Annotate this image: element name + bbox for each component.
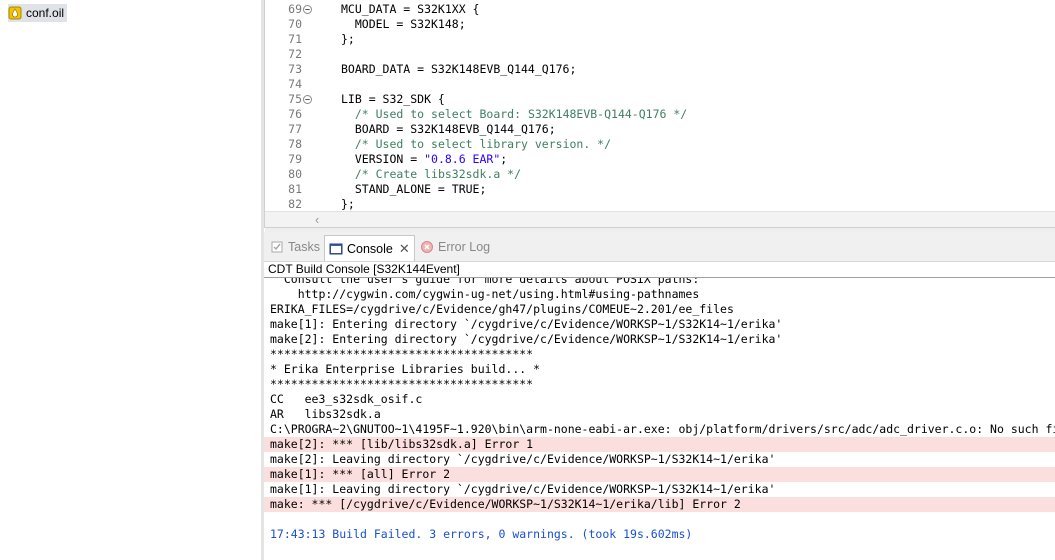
- line-number: 82: [288, 197, 302, 211]
- console-line: http://cygwin.com/cygwin-ug-net/using.ht…: [270, 287, 700, 301]
- tab-error-log[interactable]: Error Log: [420, 236, 490, 258]
- code-text: STAND_ALONE = TRUE;: [341, 182, 487, 197]
- code-comment: /* Used to select Board: S32K148EVB-Q144…: [354, 107, 688, 121]
- code-token: };: [341, 197, 355, 211]
- tab-error-log-label: Error Log: [438, 240, 491, 254]
- line-number: 76: [288, 107, 302, 121]
- code-text: MCU_DATA = S32K1XX {: [341, 2, 479, 17]
- tab-tasks[interactable]: Tasks: [270, 236, 320, 258]
- code-text: LIB = S32_SDK {: [341, 92, 445, 107]
- scroll-left-icon[interactable]: ‹: [315, 212, 319, 228]
- console-line: **************************************: [270, 347, 534, 361]
- code-string: "0.8.6 EAR": [424, 152, 501, 166]
- fold-collapse-icon[interactable]: [303, 5, 312, 14]
- bottom-panel: Tasks Console ✕ Error Log CDT Build Cons…: [264, 232, 1055, 560]
- tasks-icon: [271, 241, 283, 253]
- code-text: /* Used to select Board: S32K148EVB-Q144…: [341, 107, 687, 122]
- console-error-line: make[2]: *** [lib/libs32sdk.a] Error 1: [264, 437, 1055, 452]
- file-label: conf.oil: [26, 6, 65, 20]
- code-token: };: [341, 32, 355, 46]
- line-number: 72: [288, 47, 302, 61]
- code-comment: /* Used to select library version. */: [354, 137, 612, 151]
- console-error-line: make: *** [/cygdrive/c/Evidence/WORKSP~1…: [264, 497, 1055, 512]
- tab-console-label: Console: [347, 241, 393, 256]
- line-number: 74: [288, 77, 302, 91]
- console-line: **************************************: [270, 377, 534, 391]
- console-error-line: make[1]: *** [all] Error 2: [264, 467, 1055, 482]
- code-text: /* Used to select library version. */: [341, 137, 611, 152]
- code-comment: /* Create libs32sdk.a */: [354, 167, 522, 181]
- console-line: make[2]: Entering directory `/cygdrive/c…: [270, 332, 783, 346]
- project-explorer: conf.oil: [0, 0, 260, 560]
- line-number: 80: [288, 167, 302, 181]
- line-number: 75: [288, 92, 302, 106]
- build-status-line: 17:43:13 Build Failed. 3 errors, 0 warni…: [270, 527, 693, 541]
- code-text: };: [341, 32, 355, 47]
- horizontal-scrollbar[interactable]: ‹: [265, 211, 1055, 228]
- console-output[interactable]: Consult the user's guide for more detail…: [264, 278, 1055, 560]
- code-token: BOARD = S32K148EVB_Q144_Q176;: [341, 122, 556, 136]
- code-text: VERSION = "0.8.6 EAR";: [341, 152, 507, 167]
- line-number: 79: [288, 152, 302, 166]
- console-line: make[2]: Leaving directory `/cygdrive/c/…: [270, 452, 776, 466]
- code-text: BOARD_DATA = S32K148EVB_Q144_Q176;: [341, 62, 576, 77]
- code-text: /* Create libs32sdk.a */: [341, 167, 521, 182]
- console-title: CDT Build Console [S32K144Event]: [268, 262, 460, 276]
- line-number: 71: [288, 32, 302, 46]
- code-token: VERSION =: [341, 152, 425, 166]
- line-number: 77: [288, 122, 302, 136]
- close-icon[interactable]: ✕: [399, 241, 410, 257]
- tab-tasks-label: Tasks: [288, 240, 320, 254]
- tree-item-conf-oil[interactable]: conf.oil: [8, 4, 68, 22]
- console-line: ERIKA_FILES=/cygdrive/c/Evidence/gh47/pl…: [270, 302, 734, 316]
- code-token: MCU_DATA = S32K1XX {: [341, 2, 480, 16]
- code-token: LIB = S32_SDK {: [341, 92, 445, 106]
- console-line: CC ee3_s32sdk_osif.c: [270, 392, 423, 406]
- code-token: BOARD_DATA = S32K148EVB_Q144_Q176;: [341, 62, 577, 76]
- panel-tabbar: Tasks Console ✕ Error Log: [264, 232, 1055, 262]
- console-line: Consult the user's guide for more detail…: [270, 278, 700, 286]
- oil-file-icon: [8, 6, 22, 20]
- code-token: STAND_ALONE = TRUE;: [341, 182, 487, 196]
- code-token: MODEL = S32K148;: [341, 17, 466, 31]
- code-text: MODEL = S32K148;: [341, 17, 466, 32]
- code-token: ;: [500, 152, 508, 166]
- line-number: 70: [288, 17, 302, 31]
- fold-collapse-icon[interactable]: [303, 95, 312, 104]
- tab-console[interactable]: Console ✕: [324, 235, 415, 261]
- code-text: BOARD = S32K148EVB_Q144_Q176;: [341, 122, 556, 137]
- line-number: 81: [288, 182, 302, 196]
- line-number: 78: [288, 137, 302, 151]
- error-log-icon: [421, 241, 433, 253]
- console-line: C:\PROGRA~2\GNUTOO~1\4195F~1.920\bin\arm…: [270, 422, 1055, 436]
- code-text: };: [341, 197, 355, 212]
- line-number: 73: [288, 62, 302, 76]
- code-editor[interactable]: 69 MCU_DATA = S32K1XX { 70 MODEL = S32K148…: [264, 0, 1055, 232]
- console-icon: [329, 243, 343, 254]
- console-line: AR libs32sdk.a: [270, 407, 381, 421]
- console-line: * Erika Enterprise Libraries build... *: [270, 362, 541, 376]
- console-line: make[1]: Entering directory `/cygdrive/c…: [270, 317, 783, 331]
- line-number: 69: [288, 2, 302, 16]
- console-line: make[1]: Leaving directory `/cygdrive/c/…: [270, 482, 776, 496]
